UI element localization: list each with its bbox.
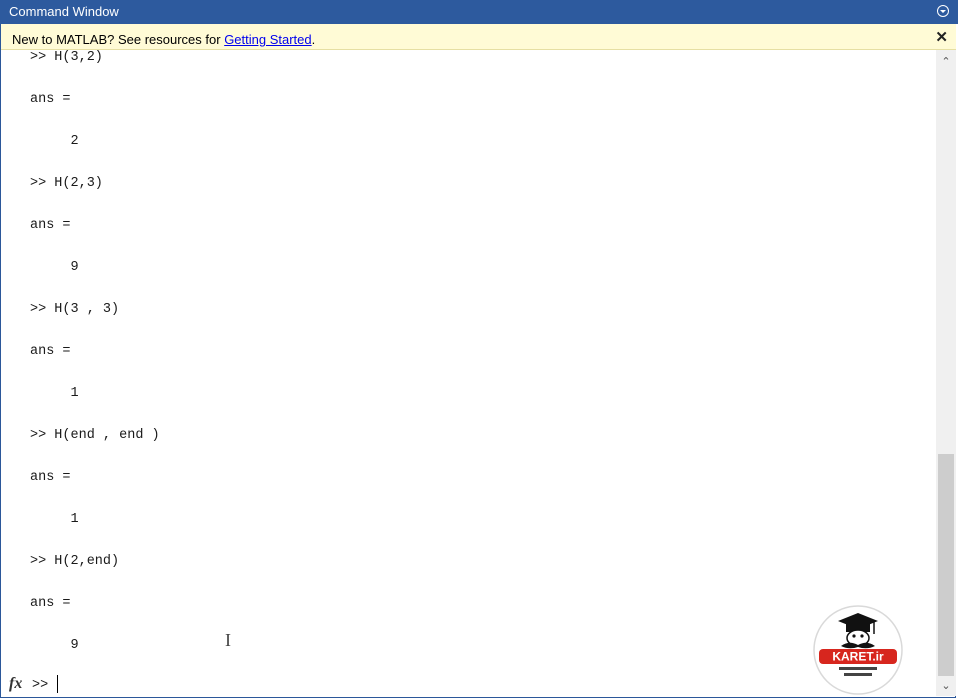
console-line: >> H(2,end) xyxy=(30,554,120,569)
console-line: 9 xyxy=(30,638,79,653)
title-bar: Command Window xyxy=(0,0,958,24)
console-line: 1 xyxy=(30,386,79,401)
prompt-symbol: >> xyxy=(32,678,49,693)
banner-message: New to MATLAB? See resources for Getting… xyxy=(12,32,315,47)
console-line: >> H(2,3) xyxy=(30,176,103,191)
scrollbar-thumb[interactable] xyxy=(938,454,954,676)
chevron-circle-down-icon[interactable] xyxy=(937,5,949,17)
banner-prefix: New to MATLAB? See resources for xyxy=(12,32,225,47)
left-gutter xyxy=(1,50,25,675)
window-title: Command Window xyxy=(9,4,119,19)
console-line: ans = xyxy=(30,92,71,107)
getting-started-banner: New to MATLAB? See resources for Getting… xyxy=(1,24,956,50)
command-prompt-row[interactable]: fx >> xyxy=(1,674,936,696)
logo-brand-text: KARET.ir xyxy=(832,650,884,664)
console-line: ans = xyxy=(30,596,71,611)
console-line: >> H(3 , 3) xyxy=(30,302,120,317)
console-line: 2 xyxy=(30,134,79,149)
banner-suffix: . xyxy=(311,32,316,47)
console-line: 9 xyxy=(30,260,79,275)
console-line: >> H(3,2) xyxy=(30,50,103,65)
vertical-scrollbar[interactable]: ⌃ ⌄ xyxy=(936,50,956,696)
ibeam-cursor-icon: I xyxy=(225,630,231,650)
arrow-up-icon[interactable]: ⌃ xyxy=(940,55,952,68)
arrow-down-icon[interactable]: ⌄ xyxy=(940,679,952,692)
getting-started-link[interactable]: Getting Started xyxy=(224,32,311,47)
console-line: ans = xyxy=(30,470,71,485)
console-line: ans = xyxy=(30,344,71,359)
console-line: >> H(end , end ) xyxy=(30,428,160,443)
console-line: ans = xyxy=(30,218,71,233)
close-icon[interactable]: ✕ xyxy=(935,28,948,46)
console-output[interactable]: >> H(3,2) ans = 2 >> H(2,3) ans = 9 >> H… xyxy=(25,50,935,673)
function-browser-icon[interactable]: fx xyxy=(9,675,22,693)
console-line: 1 xyxy=(30,512,79,527)
karet-logo: KARET.ir xyxy=(813,605,903,695)
text-caret xyxy=(57,675,58,693)
